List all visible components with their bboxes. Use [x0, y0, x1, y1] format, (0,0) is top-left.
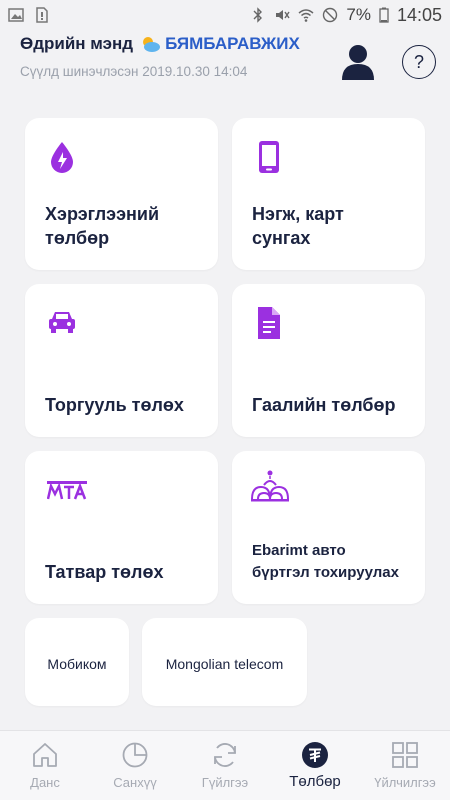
nav-item-payment[interactable]: Төлбөр [270, 731, 360, 800]
car-icon [49, 312, 75, 333]
nav-item-account[interactable]: Данс [0, 731, 90, 800]
help-button[interactable]: ? [402, 45, 436, 79]
username: БЯМБАРАВЖИХ [165, 34, 300, 53]
card-label: Нэгж, карт сунгах [252, 204, 344, 248]
bottom-navigation: Данс Санхүү Гүйлгээ Төлбөр Үйлчилгээ [0, 730, 450, 800]
card-label: Ebarimt авто бүртгэл тохируулах [252, 542, 399, 581]
battery-icon [379, 7, 389, 23]
grid-icon [392, 742, 418, 768]
card-tax-payment[interactable]: Татвар төлөх [25, 451, 218, 604]
water-drop-bolt-icon [51, 142, 73, 173]
home-icon [33, 743, 57, 767]
nav-label: Санхүү [113, 775, 157, 790]
document-icon [258, 307, 280, 339]
card-ebarimt-settings[interactable]: Ebarimt авто бүртгэл тохируулах [232, 451, 425, 604]
greeting-text: Өдрийн мэнд [20, 34, 134, 53]
card-topup[interactable]: Нэгж, карт сунгах [232, 118, 425, 270]
nav-label: Гүйлгээ [201, 775, 249, 790]
last-updated: Сүүлд шинэчлэсэн 2019.10.30 14:04 [20, 64, 248, 79]
card-mobicom[interactable]: Мобиком [25, 618, 129, 706]
battery-level: 7% [346, 5, 371, 24]
clock: 14:05 [396, 4, 442, 25]
header: Өдрийн мэнд БЯМБАРАВЖИХ Сүүлд шинэчлэсэн… [0, 30, 450, 96]
nav-label: Төлбөр [289, 773, 341, 790]
status-bar: 7% 14:05 [0, 0, 450, 30]
bluetooth-icon [253, 7, 263, 23]
mute-icon [276, 10, 290, 20]
nav-item-transactions[interactable]: Гүйлгээ [180, 731, 270, 800]
card-label: Mongolian telecom [165, 656, 284, 672]
ebarimt-logo-icon [251, 470, 289, 502]
nav-label: Үйлчилгээ [374, 775, 436, 790]
weather-icon [143, 37, 161, 52]
wifi-icon [298, 9, 314, 22]
card-label: Гаалийн төлбөр [252, 395, 396, 415]
profile-avatar-icon[interactable] [340, 42, 376, 80]
mta-logo-icon [47, 481, 87, 500]
pie-chart-icon [122, 742, 148, 768]
card-label: Татвар төлөх [45, 562, 164, 582]
refresh-icon [214, 743, 236, 767]
card-label: Мобиком [47, 656, 107, 672]
do-not-disturb-icon [323, 7, 338, 23]
smartphone-icon [259, 141, 279, 173]
card-utility-payment[interactable]: Хэрэглээний төлбөр [25, 118, 218, 270]
tugrik-icon [302, 742, 328, 768]
nav-item-services[interactable]: Үйлчилгээ [360, 731, 450, 800]
nav-label: Данс [30, 775, 60, 790]
card-customs-payment[interactable]: Гаалийн төлбөр [232, 284, 425, 437]
nav-item-finance[interactable]: Санхүү [90, 731, 180, 800]
sim-alert-icon [36, 7, 48, 23]
card-mongolian-telecom[interactable]: Mongolian telecom [142, 618, 307, 706]
card-fine-payment[interactable]: Торгууль төлөх [25, 284, 218, 437]
card-label: Хэрэглээний төлбөр [45, 204, 160, 248]
gallery-icon [8, 8, 24, 22]
card-label: Торгууль төлөх [45, 395, 184, 415]
greeting-line: Өдрийн мэнд БЯМБАРАВЖИХ [20, 34, 300, 54]
